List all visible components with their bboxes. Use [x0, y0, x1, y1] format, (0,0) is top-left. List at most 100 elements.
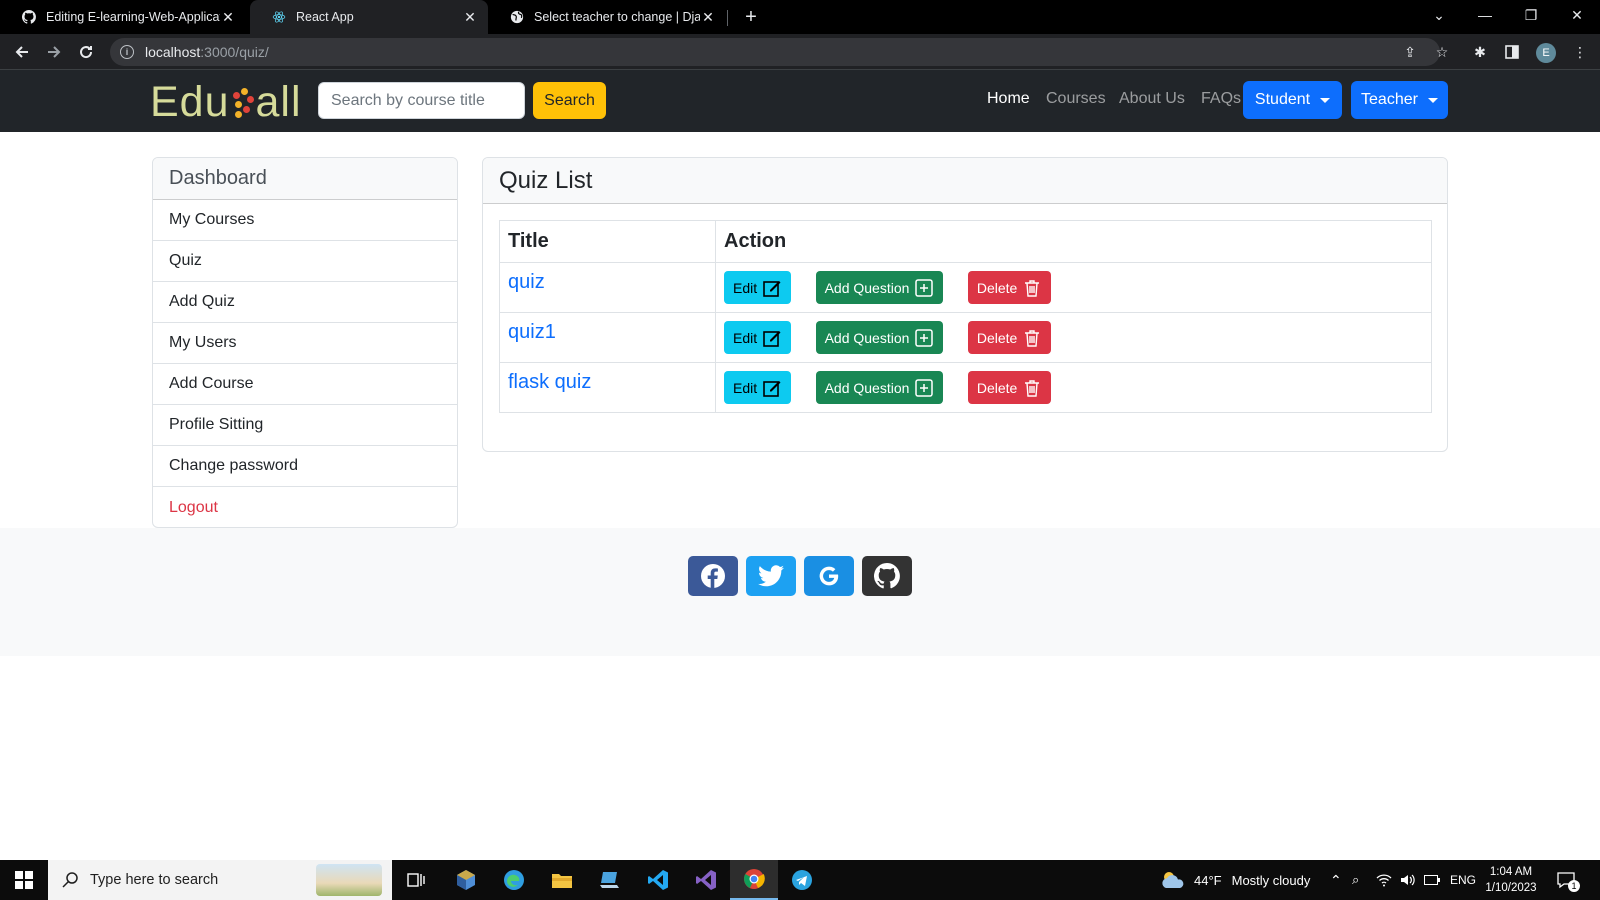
search-button[interactable]: Search — [533, 82, 606, 119]
arrow-left-icon — [15, 46, 28, 58]
tab-search-icon[interactable]: ⌄ — [1416, 0, 1462, 34]
quiz-title-link[interactable]: quiz1 — [508, 321, 556, 343]
edit-icon — [763, 330, 781, 347]
restore-button[interactable]: ❐ — [1508, 0, 1554, 34]
close-icon[interactable]: ✕ — [220, 9, 236, 26]
telegram-icon — [792, 870, 812, 890]
delete-label: Delete — [976, 329, 1018, 346]
new-tab-button[interactable]: + — [738, 4, 764, 30]
share-icon[interactable]: ⇪ — [1400, 42, 1420, 62]
add-question-button[interactable]: Add Question — [815, 321, 944, 354]
taskbar-search-placeholder: Type here to search — [90, 872, 219, 888]
side-panel-icon[interactable] — [1502, 42, 1522, 62]
search-highlight-image — [316, 864, 382, 896]
forward-button[interactable] — [40, 38, 68, 66]
nav-faqs[interactable]: FAQs — [1201, 90, 1241, 108]
meet-now-icon[interactable]: ⌕ — [1352, 860, 1359, 900]
facebook-button[interactable] — [688, 556, 738, 596]
taskbar-app-visual-studio[interactable] — [682, 860, 730, 900]
language-indicator[interactable]: ENG — [1450, 860, 1476, 900]
start-button[interactable] — [0, 860, 48, 900]
twitter-icon — [758, 565, 784, 587]
student-dropdown-label: Student — [1254, 91, 1311, 108]
delete-button[interactable]: Delete — [967, 371, 1052, 404]
taskbar-app-virtualbox[interactable] — [442, 860, 490, 900]
teacher-dropdown[interactable]: Teacher — [1351, 81, 1448, 119]
star-icon[interactable]: ☆ — [1432, 42, 1452, 62]
trash-icon — [1025, 379, 1040, 397]
extensions-icon[interactable]: ✱ — [1470, 42, 1490, 62]
course-search-input[interactable]: Search by course title — [318, 82, 525, 119]
quiz-title-link[interactable]: quiz — [508, 271, 545, 293]
taskbar-clock[interactable]: 1:04 AM 1/10/2023 — [1480, 864, 1542, 896]
tab-django[interactable]: Select teacher to change | Djang ✕ — [488, 0, 726, 34]
facebook-icon — [701, 564, 725, 588]
minimize-button[interactable]: — — [1462, 0, 1508, 34]
add-question-button[interactable]: Add Question — [815, 371, 944, 404]
delete-button[interactable]: Delete — [967, 321, 1052, 354]
close-icon[interactable]: ✕ — [700, 9, 716, 26]
tab-react-app[interactable]: React App ✕ — [250, 0, 488, 34]
notifications-button[interactable]: 1 — [1556, 860, 1580, 900]
close-icon[interactable]: ✕ — [462, 9, 478, 26]
sidebar-item-profile-setting[interactable]: Profile Sitting — [153, 405, 457, 446]
nav-courses[interactable]: Courses — [1046, 90, 1106, 108]
edit-button[interactable]: Edit — [724, 321, 792, 354]
brand-text-left: Edu — [150, 78, 230, 126]
profile-avatar[interactable]: E — [1536, 43, 1556, 63]
sidebar-item-my-courses[interactable]: My Courses — [153, 200, 457, 241]
task-view-button[interactable] — [392, 860, 440, 900]
caret-down-icon — [1320, 97, 1331, 103]
wifi-icon[interactable] — [1376, 860, 1392, 900]
sidebar-item-logout[interactable]: Logout — [153, 487, 457, 527]
delete-button[interactable]: Delete — [967, 271, 1052, 304]
github-button[interactable] — [862, 556, 912, 596]
tab-divider — [727, 10, 728, 26]
twitter-button[interactable] — [746, 556, 796, 596]
visual-studio-icon — [696, 870, 716, 890]
taskbar-app-file-explorer[interactable] — [538, 860, 586, 900]
sidebar-item-quiz[interactable]: Quiz — [153, 241, 457, 282]
brand-logo[interactable]: Edu all — [150, 78, 302, 127]
taskbar-app-edge[interactable] — [490, 860, 538, 900]
taskbar-app-telegram[interactable] — [778, 860, 826, 900]
info-icon[interactable]: i — [120, 45, 134, 59]
sidebar-item-my-users[interactable]: My Users — [153, 323, 457, 364]
tab-title: React App — [296, 10, 354, 24]
github-icon — [874, 563, 900, 589]
student-dropdown[interactable]: Student — [1243, 81, 1342, 119]
edit-button[interactable]: Edit — [724, 371, 792, 404]
delete-label: Delete — [976, 279, 1018, 296]
page-footer — [0, 528, 1600, 656]
column-header-action: Action — [715, 220, 1432, 263]
back-button[interactable] — [8, 38, 36, 66]
caret-down-icon — [1427, 97, 1438, 103]
sidebar-title[interactable]: Dashboard — [153, 158, 457, 200]
nav-about-us[interactable]: About Us — [1119, 90, 1185, 108]
laptop-icon — [600, 872, 619, 888]
chevron-up-icon[interactable]: ⌃ — [1330, 860, 1342, 900]
volume-icon[interactable] — [1400, 860, 1416, 900]
weather-widget[interactable]: 44°F Mostly cloudy — [1160, 860, 1310, 900]
tab-github[interactable]: Editing E-learning-Web-Applicati ✕ — [0, 0, 246, 34]
taskbar-app-vscode[interactable] — [634, 860, 682, 900]
taskbar-app-pc[interactable] — [586, 860, 634, 900]
quiz-action-cell: Edit Add Question Delete — [715, 262, 1432, 313]
taskbar-search[interactable]: Type here to search — [48, 860, 392, 900]
close-window-button[interactable]: ✕ — [1554, 0, 1600, 34]
battery-icon[interactable] — [1424, 860, 1440, 900]
google-icon — [819, 566, 839, 586]
table-row: quiz1 Edit Add Question Delete — [499, 312, 1432, 363]
sidebar-item-add-course[interactable]: Add Course — [153, 364, 457, 405]
taskbar-app-chrome[interactable] — [730, 860, 778, 900]
quiz-title-link[interactable]: flask quiz — [508, 371, 591, 393]
google-button[interactable] — [804, 556, 854, 596]
nav-home[interactable]: Home — [987, 90, 1030, 108]
reload-button[interactable] — [72, 38, 100, 66]
add-question-button[interactable]: Add Question — [815, 271, 944, 304]
sidebar-item-add-quiz[interactable]: Add Quiz — [153, 282, 457, 323]
edit-button[interactable]: Edit — [724, 271, 792, 304]
menu-icon[interactable]: ⋮ — [1570, 42, 1590, 62]
sidebar-item-change-password[interactable]: Change password — [153, 446, 457, 487]
address-bar[interactable]: i localhost:3000/quiz/ — [110, 38, 1440, 66]
